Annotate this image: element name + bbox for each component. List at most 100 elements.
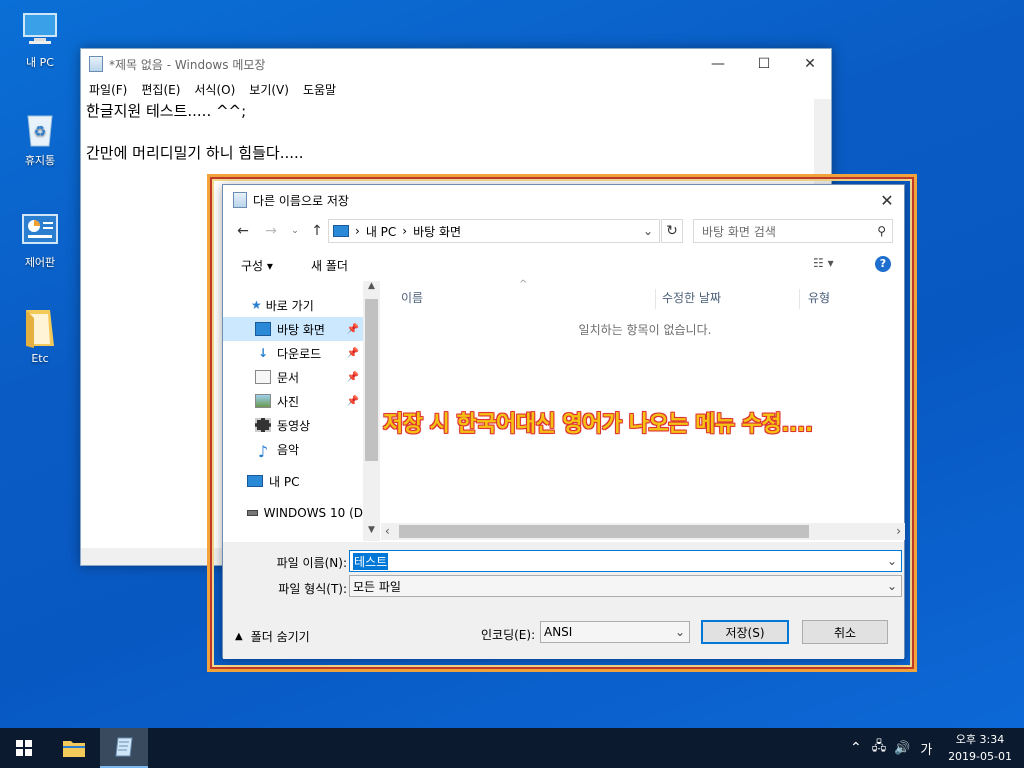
nav-item-documents[interactable]: 문서 📌: [223, 365, 363, 389]
taskbar-file-explorer[interactable]: [50, 728, 98, 768]
dialog-title: 다른 이름으로 저장: [253, 193, 349, 208]
nav-this-pc[interactable]: 내 PC: [223, 469, 363, 493]
cancel-button[interactable]: 취소: [802, 620, 888, 644]
nav-item-desktop[interactable]: 바탕 화면 📌: [223, 317, 363, 341]
navigation-pane: ★ 바로 가기 바탕 화면 📌 ↓ 다운로드 📌 문서 📌 사진 📌 동영상 ♪…: [223, 281, 380, 541]
nav-drive[interactable]: WINDOWS 10 (D: [223, 501, 363, 525]
recent-chevron-icon[interactable]: ⌄: [285, 221, 305, 241]
breadcrumb-separator-icon: ›: [355, 224, 360, 238]
notepad-title: *제목 없음 - Windows 메모장: [109, 57, 266, 72]
column-header-name[interactable]: 이름: [401, 289, 423, 309]
taskbar-clock[interactable]: 오후 3:34 2019-05-01: [948, 731, 1012, 765]
dialog-close-button[interactable]: ✕: [868, 185, 906, 215]
back-arrow-icon[interactable]: ←: [233, 221, 253, 241]
notepad-icon: [89, 56, 103, 72]
filename-value: 테스트: [353, 552, 389, 570]
new-folder-button[interactable]: 새 폴더: [311, 257, 348, 274]
scroll-left-icon[interactable]: ‹: [385, 524, 390, 538]
taskbar-notepad[interactable]: [100, 728, 148, 768]
column-header-type[interactable]: 유형: [799, 289, 830, 309]
menu-file[interactable]: 파일(F): [89, 81, 127, 98]
breadcrumb-separator-icon: ›: [402, 224, 408, 238]
nav-item-downloads[interactable]: ↓ 다운로드 📌: [223, 341, 363, 365]
notepad-icon: [115, 737, 133, 757]
help-icon[interactable]: ?: [875, 256, 891, 272]
windows-logo-icon: [16, 740, 32, 756]
scroll-down-icon[interactable]: ▼: [363, 525, 380, 541]
nav-label: 다운로드: [277, 346, 322, 361]
menu-edit[interactable]: 편집(E): [141, 81, 180, 98]
menu-view[interactable]: 보기(V): [249, 81, 289, 98]
forward-arrow-icon[interactable]: →: [261, 221, 281, 241]
desktop-icon-label: 휴지통: [24, 154, 56, 167]
pin-icon: 📌: [346, 371, 359, 383]
minimize-button[interactable]: —: [695, 49, 741, 79]
address-dropdown-icon[interactable]: ⌄: [643, 224, 653, 238]
chevron-up-icon[interactable]: ⌃: [850, 740, 862, 756]
nav-item-pictures[interactable]: 사진 📌: [223, 389, 363, 413]
scroll-up-icon[interactable]: ▲: [363, 281, 380, 297]
network-icon[interactable]: 🖧: [872, 737, 887, 759]
dialog-bottom-panel: 파일 이름(N): 테스트 ⌄ 파일 형식(T): 모든 파일 ⌄ ▲ 폴더 숨…: [223, 542, 904, 659]
desktop-icon-etc[interactable]: Etc: [2, 308, 78, 365]
pin-icon: 📌: [346, 323, 359, 335]
music-note-icon: ♪: [257, 442, 269, 461]
start-button[interactable]: [0, 728, 48, 768]
editor-line: 한글지원 테스트..... ^^;: [86, 102, 247, 120]
close-button[interactable]: ✕: [787, 49, 833, 79]
menu-help[interactable]: 도움말: [303, 81, 336, 98]
dialog-titlebar[interactable]: 다른 이름으로 저장: [223, 185, 904, 215]
volume-icon[interactable]: 🔊: [894, 741, 910, 756]
save-button[interactable]: 저장(S): [701, 620, 789, 644]
filetype-value: 모든 파일: [353, 579, 401, 594]
refresh-icon[interactable]: ↻: [661, 219, 683, 243]
clock-date: 2019-05-01: [948, 750, 1012, 763]
folder-icon: [63, 741, 85, 757]
taskbar: ⌃ 🖧 🔊 가 오후 3:34 2019-05-01: [0, 728, 1024, 768]
desktop-icon-control-panel[interactable]: 제어판: [2, 210, 78, 270]
encoding-dropdown-icon[interactable]: ⌄: [675, 625, 685, 639]
nav-item-music[interactable]: ♪ 음악: [223, 437, 363, 461]
desktop-icon-recycle-bin[interactable]: ♻ 휴지통: [2, 108, 78, 168]
encoding-select[interactable]: ANSI ⌄: [540, 621, 690, 643]
recycle-bin-icon: ♻: [20, 108, 60, 148]
notepad-menubar: 파일(F) 편집(E) 서식(O) 보기(V) 도움말: [81, 79, 831, 99]
drive-icon: [247, 510, 258, 516]
breadcrumb-this-pc[interactable]: 내 PC: [366, 223, 396, 240]
filename-dropdown-icon[interactable]: ⌄: [887, 554, 897, 568]
control-panel-icon: [20, 210, 60, 250]
menu-format[interactable]: 서식(O): [194, 81, 235, 98]
filename-label: 파일 이름(N):: [276, 556, 347, 570]
nav-vertical-scrollbar[interactable]: ▲ ▼: [363, 281, 380, 541]
scroll-thumb[interactable]: [365, 299, 378, 461]
pin-icon: 📌: [346, 395, 359, 407]
ime-indicator[interactable]: 가: [920, 739, 932, 758]
dialog-toolbar: 구성 ▾ 새 폴더 ☷ ▾ ?: [223, 253, 904, 279]
address-bar[interactable]: › 내 PC › 바탕 화면 ⌄: [328, 219, 660, 243]
nav-label: 내 PC: [269, 474, 300, 489]
desktop-folder-icon: [255, 322, 271, 336]
view-options-icon[interactable]: ☷ ▾: [813, 256, 834, 270]
filetype-dropdown-icon[interactable]: ⌄: [887, 579, 897, 593]
desktop-icon-label: 제어판: [24, 256, 56, 269]
search-input[interactable]: 바탕 화면 검색 ⚲: [693, 219, 893, 243]
up-arrow-icon[interactable]: ↑: [307, 221, 327, 241]
address-navbar: ← → ⌄ ↑ › 내 PC › 바탕 화면 ⌄ ↻ 바탕 화면 검색 ⚲: [223, 219, 904, 245]
hide-folders-button[interactable]: ▲ 폴더 숨기기: [235, 628, 310, 645]
list-horizontal-scrollbar[interactable]: ‹ ›: [381, 523, 905, 540]
system-tray: ⌃ 🖧 🔊 가: [850, 728, 932, 768]
column-header-modified[interactable]: 수정한 날짜: [655, 289, 721, 309]
organize-button[interactable]: 구성 ▾: [241, 257, 273, 274]
notepad-editor[interactable]: 한글지원 테스트..... ^^; 간만에 머리디밀기 하니 힘들다.....: [81, 99, 831, 166]
desktop-icon-this-pc[interactable]: 내 PC: [2, 10, 78, 70]
nav-label: 사진: [277, 394, 300, 409]
nav-item-videos[interactable]: 동영상: [223, 413, 363, 437]
desktop-icon-label: 내 PC: [26, 56, 54, 69]
scroll-right-icon[interactable]: ›: [896, 524, 901, 538]
maximize-button[interactable]: ☐: [741, 49, 787, 79]
filename-input[interactable]: 테스트 ⌄: [349, 550, 902, 572]
filetype-select[interactable]: 모든 파일 ⌄: [349, 575, 902, 597]
breadcrumb-desktop[interactable]: 바탕 화면: [413, 223, 461, 240]
nav-label: WINDOWS 10 (D: [263, 506, 363, 520]
scroll-thumb[interactable]: [399, 525, 809, 538]
